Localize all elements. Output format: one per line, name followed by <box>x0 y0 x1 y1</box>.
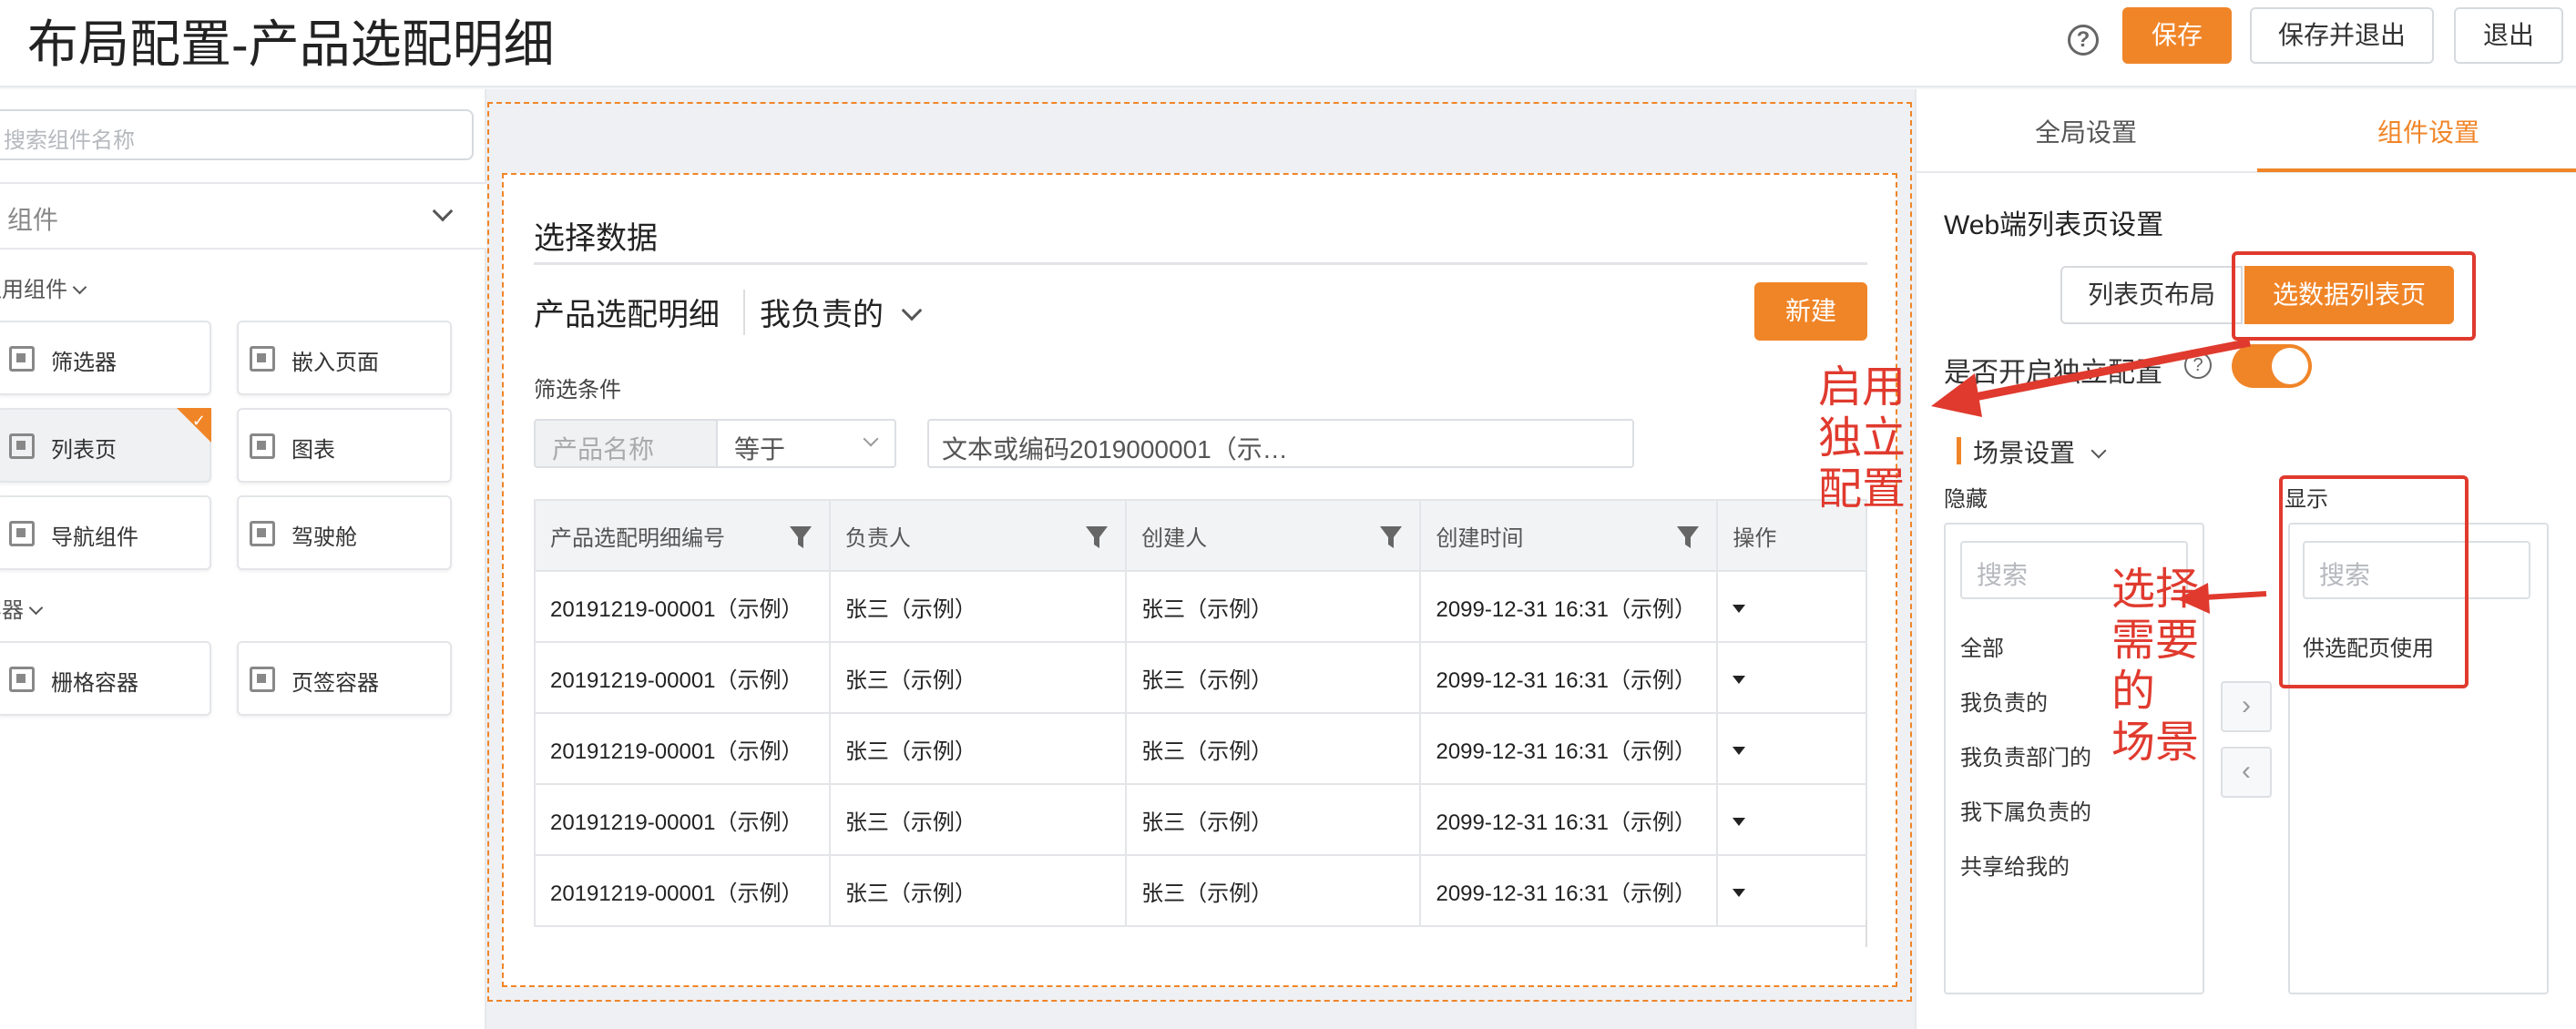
annotation-text: 独立 <box>1818 414 1906 463</box>
annotation-choose-scene: 选择 需要 的 场景 <box>2111 565 2199 769</box>
annotation-text: 启用 <box>1818 363 1906 412</box>
annotation-arrow-line <box>2203 591 2267 600</box>
annotation-enable-config: 启用 独立 配置 <box>1818 362 1906 515</box>
annotation-arrows <box>1931 338 2267 614</box>
annotation-text: 的 <box>2111 667 2156 716</box>
annotation-text: 需要 <box>2111 616 2200 665</box>
annotation-arrow-line <box>1956 338 2251 405</box>
annotation-text: 选择 <box>2111 565 2200 614</box>
annotation-arrow-head <box>1931 373 1982 417</box>
annotation-text: 配置 <box>1818 465 1906 514</box>
annotation-text: 场景 <box>2111 718 2200 767</box>
